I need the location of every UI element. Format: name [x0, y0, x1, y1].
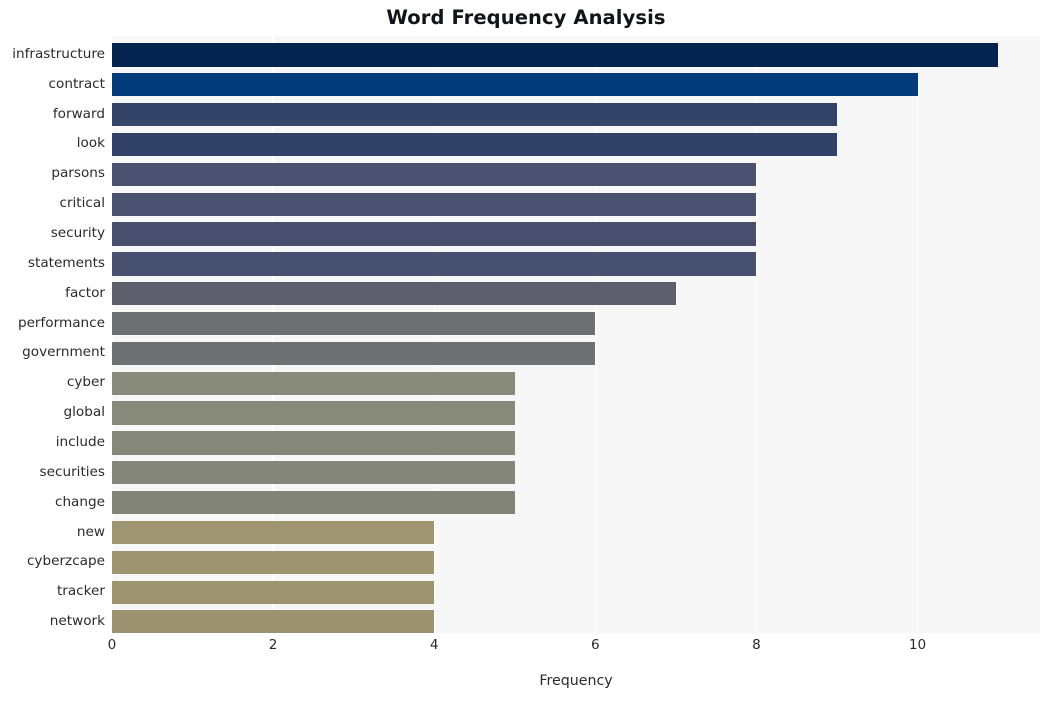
- y-axis-tick-label: look: [76, 135, 105, 152]
- y-axis-tick-label: contract: [48, 75, 105, 92]
- bar: [112, 252, 757, 276]
- y-axis-tick-label: performance: [17, 314, 105, 331]
- bar: [112, 461, 515, 485]
- y-axis-tick-label: government: [22, 344, 105, 361]
- bar: [112, 192, 757, 216]
- bar: [112, 401, 515, 425]
- y-axis-tick-label: securities: [39, 463, 105, 480]
- y-axis-tick-label: infrastructure: [12, 45, 105, 62]
- bar: [112, 491, 515, 515]
- word-frequency-chart: Word Frequency Analysis infrastructure co…: [0, 0, 1052, 701]
- x-axis-tick-label: 8: [752, 637, 761, 653]
- bar: [112, 73, 918, 97]
- y-axis-tick-label: forward: [52, 105, 105, 122]
- bar: [112, 43, 999, 67]
- bar: [112, 580, 435, 604]
- x-axis-tick-label: 4: [429, 637, 439, 653]
- bar: [112, 431, 515, 455]
- bar: [112, 282, 676, 306]
- bar: [112, 162, 757, 186]
- y-axis-tick-label: tracker: [56, 583, 105, 600]
- bar: [112, 520, 435, 545]
- bar: [112, 102, 837, 127]
- y-axis-tick-label: parsons: [51, 165, 105, 182]
- bar: [112, 371, 515, 395]
- bar: [112, 311, 596, 336]
- bar: [112, 132, 837, 157]
- bar: [112, 610, 435, 633]
- bar: [112, 550, 435, 574]
- y-axis-tick-label: global: [63, 404, 105, 421]
- bar: [112, 222, 757, 246]
- y-axis-tick-label: cyberzcape: [26, 553, 105, 570]
- x-axis-tick-labels: 0 2 4 6 8 10: [0, 637, 1052, 663]
- y-axis-tick-label: critical: [59, 195, 105, 212]
- x-axis-tick-label: 10: [908, 637, 927, 653]
- y-axis-tick-label: statements: [27, 254, 105, 271]
- y-axis-tick-labels: infrastructure contract forward look parsons…: [0, 36, 105, 633]
- bar: [112, 341, 596, 366]
- plot-area: [112, 36, 1040, 633]
- y-axis-tick-label: security: [50, 225, 105, 242]
- x-axis-tick-label: 6: [591, 637, 600, 653]
- x-axis-tick-label: 0: [107, 637, 117, 653]
- y-axis-tick-label: include: [55, 433, 105, 450]
- x-axis-tick-label: 2: [268, 637, 278, 653]
- y-axis-tick-label: factor: [65, 284, 105, 301]
- y-axis-tick-label: cyber: [66, 374, 105, 391]
- x-axis-title: Frequency: [539, 673, 613, 689]
- chart-title: Word Frequency Analysis: [386, 6, 666, 29]
- bars-layer: [112, 36, 1040, 633]
- y-axis-tick-label: change: [54, 493, 105, 510]
- y-axis-tick-label: network: [49, 613, 105, 630]
- y-axis-tick-label: new: [76, 523, 105, 540]
